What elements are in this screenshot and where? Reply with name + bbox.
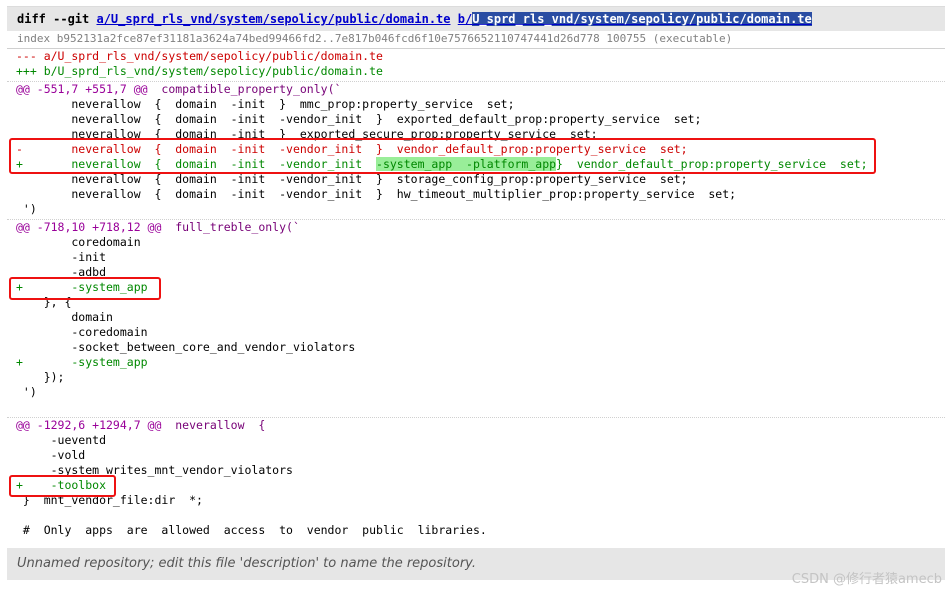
watermark: CSDN @修行者猿amecb <box>791 572 942 587</box>
repository-description: Unnamed repository; edit this file 'desc… <box>17 556 476 571</box>
chunk-range-1: @@ -551,7 +551,7 @@ <box>16 82 148 96</box>
chunk-header-1: @@ -551,7 +551,7 @@ compatible_property_… <box>16 82 341 97</box>
chunk-section-3: neverallow { <box>161 418 266 432</box>
context-line: }); <box>16 370 65 384</box>
file-b-link[interactable]: b/U_sprd_rls_vnd/system/sepolicy/public/… <box>458 12 812 26</box>
context-line: neverallow { domain -init -vendor_init }… <box>16 172 688 186</box>
context-line: -vold <box>16 448 86 462</box>
context-line: # Only apps are allowed access to vendor… <box>16 523 487 537</box>
chunk-section-2: full_treble_only(` <box>161 220 300 234</box>
highlight-box-1 <box>9 138 876 174</box>
index-line: index b952131a2fce87ef31181a3624a74bed99… <box>17 32 733 45</box>
highlight-box-3 <box>9 475 116 497</box>
chunk-header-3: @@ -1292,6 +1294,7 @@ neverallow { <box>16 418 265 433</box>
chunk-header-2: @@ -718,10 +718,12 @@ full_treble_only(` <box>16 220 300 235</box>
added-line: + -system_app <box>16 355 148 369</box>
file-b-prefix: b/ <box>457 12 473 26</box>
highlight-box-2 <box>9 277 161 300</box>
diff-header-text: diff --git a/U_sprd_rls_vnd/system/sepol… <box>17 12 812 26</box>
context-line: -socket_between_core_and_vendor_violator… <box>16 340 356 354</box>
context-line: coredomain <box>16 235 141 249</box>
chunk-range-3: @@ -1292,6 +1294,7 @@ <box>16 418 162 432</box>
context-line: -ueventd <box>16 433 107 447</box>
diff-header: diff --git a/U_sprd_rls_vnd/system/sepol… <box>7 6 945 31</box>
diff-extended-header: index b952131a2fce87ef31181a3624a74bed99… <box>7 30 945 49</box>
context-line: ') <box>16 385 37 399</box>
chunk-range-2: @@ -718,10 +718,12 @@ <box>16 220 162 234</box>
gitweb-diff-page: diff --git a/U_sprd_rls_vnd/system/sepol… <box>0 0 946 591</box>
context-line: domain <box>16 310 113 324</box>
file-a-link[interactable]: a/U_sprd_rls_vnd/system/sepolicy/public/… <box>96 12 450 26</box>
context-line: neverallow { domain -init -vendor_init }… <box>16 187 737 201</box>
diff-command: diff --git <box>17 12 97 26</box>
to-file-line: +++ b/U_sprd_rls_vnd/system/sepolicy/pub… <box>16 64 383 78</box>
context-line: -init <box>16 250 107 264</box>
from-file-line: --- a/U_sprd_rls_vnd/system/sepolicy/pub… <box>16 49 383 63</box>
context-line: -coredomain <box>16 325 148 339</box>
context-line: neverallow { domain -init -vendor_init }… <box>16 112 702 126</box>
chunk-section-1: compatible_property_only(` <box>147 82 342 96</box>
context-line: neverallow { domain -init } mmc_prop:pro… <box>16 97 515 111</box>
context-line: ') <box>16 202 37 216</box>
file-b-selected-text: U_sprd_rls_vnd/system/sepolicy/public/do… <box>472 12 812 26</box>
